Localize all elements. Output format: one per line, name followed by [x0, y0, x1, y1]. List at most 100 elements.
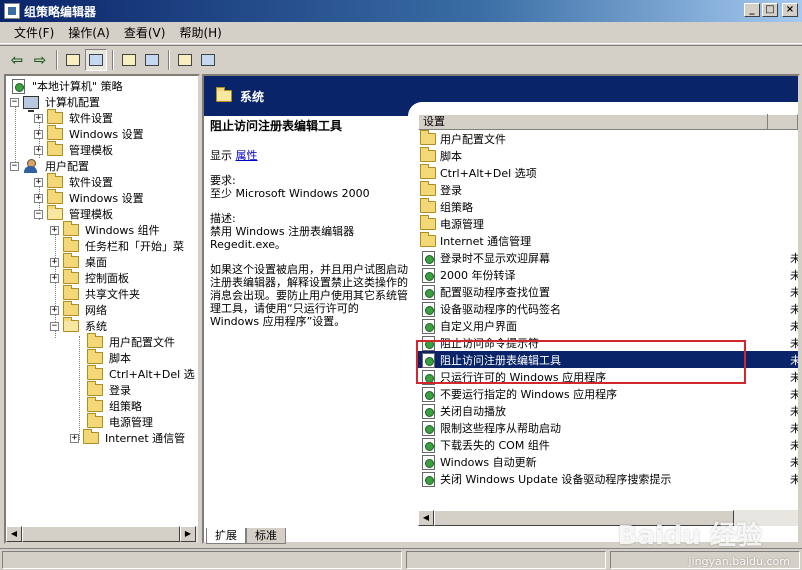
policy-setting-icon	[420, 284, 436, 300]
tree-item[interactable]: + 网络	[50, 301, 109, 318]
collapse-icon[interactable]: −	[34, 209, 43, 219]
list-item-policy[interactable]: 2000 年份转译 未	[418, 266, 798, 283]
folder-open-icon	[63, 317, 79, 332]
tree-item[interactable]: + 控制面板	[50, 269, 131, 286]
expand-icon[interactable]: +	[34, 193, 43, 203]
tree-item-admin-templates[interactable]: − 管理模板	[34, 205, 115, 222]
list-item-label: 自定义用户界面	[440, 319, 517, 333]
list-item-label: 登录	[440, 183, 462, 197]
policy-icon	[10, 78, 26, 94]
tree-horizontal-scrollbar[interactable]: ◀ ▶	[6, 526, 198, 542]
menu-action[interactable]: 操作(A)	[62, 22, 116, 43]
menu-file[interactable]: 文件(F)	[8, 22, 60, 43]
toolbar-separator	[56, 49, 58, 70]
list-item-policy[interactable]: 下载丢失的 COM 组件 未	[418, 436, 798, 453]
tree-item-computer-config[interactable]: − 计算机配置	[10, 94, 102, 112]
toolbar: ⇦ ⇨	[0, 45, 802, 73]
list-item-policy[interactable]: 阻止访问注册表编辑工具 未	[418, 351, 798, 368]
list-item-policy[interactable]: 设备驱动程序的代码签名 未	[418, 300, 798, 317]
tree-item[interactable]: + 软件设置	[34, 109, 115, 126]
list-item-folder[interactable]: 组策略	[418, 197, 798, 215]
tab-standard[interactable]: 标准	[246, 528, 286, 544]
policy-state: 未	[790, 268, 800, 282]
tree-item-user-config[interactable]: − 用户配置	[10, 158, 91, 174]
policy-setting-icon	[420, 437, 436, 453]
tree-item[interactable]: 共享文件夹	[50, 285, 142, 302]
policy-setting-icon	[420, 420, 436, 436]
tree-item[interactable]: 脚本	[74, 349, 133, 366]
help-button[interactable]	[174, 49, 196, 71]
list-item-policy[interactable]: 登录时不显示欢迎屏幕 未	[418, 249, 798, 266]
list-item-folder[interactable]: 登录	[418, 180, 798, 198]
show-console-button[interactable]	[197, 49, 219, 71]
tree-item[interactable]: 登录	[74, 381, 133, 398]
list-item-policy[interactable]: 关闭自动播放 未	[418, 402, 798, 419]
list-item-policy[interactable]: 关闭 Windows Update 设备驱动程序搜索提示 未	[418, 470, 798, 487]
expand-icon[interactable]: +	[34, 129, 43, 139]
tree-item[interactable]: 用户配置文件	[74, 333, 177, 350]
up-one-level-button[interactable]	[62, 49, 84, 71]
tree-item[interactable]: + Internet 通信管	[70, 429, 187, 446]
list-item-folder[interactable]: 电源管理	[418, 214, 798, 232]
export-list-button[interactable]	[141, 49, 163, 71]
list-item-policy[interactable]: 限制这些程序从帮助启动 未	[418, 419, 798, 436]
list-item-folder[interactable]: 用户配置文件	[418, 129, 798, 147]
collapse-icon[interactable]: −	[10, 161, 19, 171]
scroll-left-button[interactable]: ◀	[6, 526, 22, 542]
tree-item[interactable]: 任务栏和「开始」菜	[50, 237, 186, 254]
tree-item[interactable]: 电源管理	[74, 413, 155, 430]
tree-root[interactable]: "本地计算机" 策略	[10, 78, 125, 94]
column-header-setting[interactable]: 设置	[418, 114, 798, 130]
show-hide-tree-button[interactable]	[85, 48, 107, 71]
list-item-policy[interactable]: Windows 自动更新 未	[418, 453, 798, 470]
folder-open-icon	[216, 87, 232, 102]
forward-button[interactable]: ⇨	[29, 49, 51, 71]
expand-icon[interactable]: +	[50, 225, 59, 235]
list-item-label: Ctrl+Alt+Del 选项	[440, 166, 537, 180]
expand-icon[interactable]: +	[50, 273, 59, 283]
tree-item[interactable]: + Windows 设置	[34, 189, 146, 206]
menu-help[interactable]: 帮助(H)	[173, 22, 227, 43]
expand-icon[interactable]: +	[70, 433, 79, 443]
tree-item[interactable]: + Windows 设置	[34, 125, 146, 142]
close-button[interactable]: ×	[782, 3, 798, 17]
policy-state: 未	[790, 421, 800, 435]
show-properties-line: 显示 属性	[210, 149, 258, 162]
list-item-folder[interactable]: Internet 通信管理	[418, 231, 798, 249]
expand-icon[interactable]: +	[50, 305, 59, 315]
tree-item[interactable]: Ctrl+Alt+Del 选	[74, 365, 197, 382]
collapse-icon[interactable]: −	[50, 321, 59, 331]
tree-item[interactable]: + 桌面	[50, 253, 109, 270]
expand-icon[interactable]: +	[34, 113, 43, 123]
expand-icon[interactable]: +	[34, 177, 43, 187]
list-item-folder[interactable]: 脚本	[418, 146, 798, 164]
tree-item[interactable]: + 管理模板	[34, 141, 115, 158]
tree-item[interactable]: + Windows 组件	[50, 221, 162, 238]
folder-icon	[420, 146, 436, 162]
column-header-state[interactable]	[767, 114, 798, 130]
list-item-label: 只运行许可的 Windows 应用程序	[440, 370, 607, 384]
expand-icon[interactable]: +	[50, 257, 59, 267]
collapse-icon[interactable]: −	[10, 97, 19, 107]
menu-view[interactable]: 查看(V)	[118, 22, 172, 43]
minimize-button[interactable]: _	[744, 3, 760, 17]
list-item-policy[interactable]: 不要运行指定的 Windows 应用程序 未	[418, 385, 798, 402]
tree-item[interactable]: 组策略	[74, 397, 144, 414]
expand-icon[interactable]: +	[34, 145, 43, 155]
scroll-left-button[interactable]: ◀	[418, 510, 434, 526]
properties-button[interactable]	[118, 49, 140, 71]
list-item-policy[interactable]: 阻止访问命令提示符 未	[418, 334, 798, 351]
tree-item-system[interactable]: − 系统	[50, 317, 109, 334]
properties-link[interactable]: 属性	[236, 149, 258, 162]
list-item-policy[interactable]: 自定义用户界面 未	[418, 317, 798, 334]
scroll-right-button[interactable]: ▶	[180, 526, 196, 542]
tab-extended[interactable]: 扩展	[206, 528, 246, 544]
list-item-folder[interactable]: Ctrl+Alt+Del 选项	[418, 163, 798, 181]
details-pane: 系统 阻止访问注册表编辑工具 显示 属性 要求: 至少 Microsoft Wi…	[202, 74, 800, 544]
list-item-policy[interactable]: 配置驱动程序查找位置 未	[418, 283, 798, 300]
back-button[interactable]: ⇦	[6, 49, 28, 71]
maximize-button[interactable]: □	[762, 3, 778, 17]
tree-item[interactable]: + 软件设置	[34, 173, 115, 190]
scroll-thumb[interactable]	[22, 526, 180, 542]
list-item-policy[interactable]: 只运行许可的 Windows 应用程序 未	[418, 368, 798, 385]
